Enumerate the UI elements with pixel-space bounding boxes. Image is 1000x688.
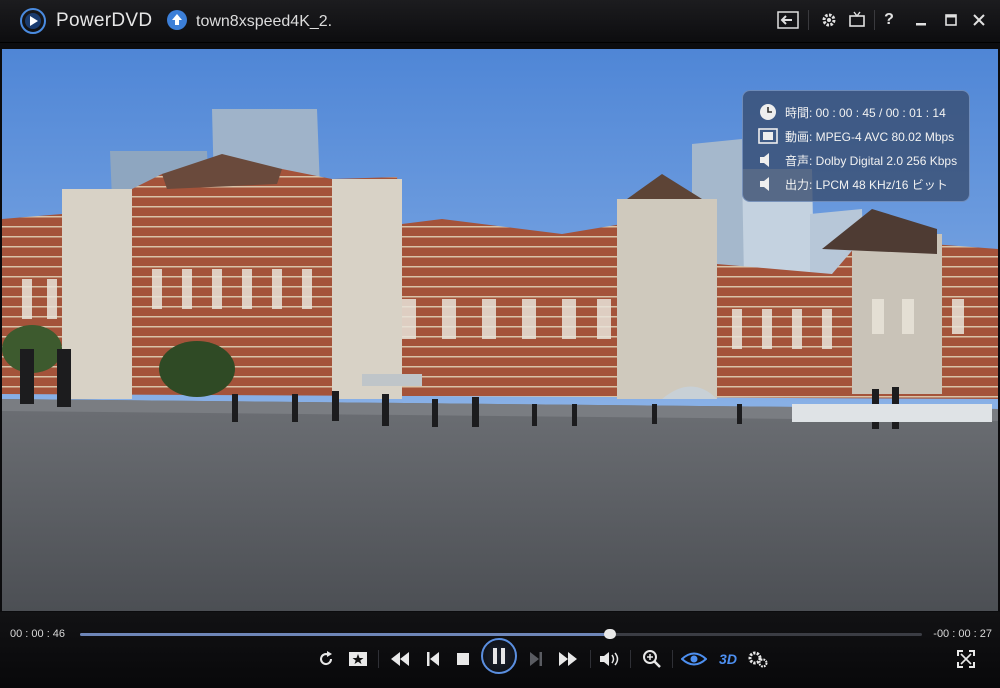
seek-bar-fill <box>80 633 611 636</box>
fullscreen-icon[interactable] <box>954 648 978 670</box>
close-icon[interactable] <box>970 9 988 31</box>
eye-icon[interactable] <box>680 648 708 670</box>
next-icon[interactable] <box>524 648 548 670</box>
app-name: PowerDVD <box>56 10 153 31</box>
control-separator <box>590 650 591 668</box>
title-separator <box>874 10 875 30</box>
film-icon <box>757 126 779 146</box>
info-video-row: 動画: MPEG-4 AVC 80.02 Mbps <box>757 124 969 148</box>
control-separator <box>378 650 379 668</box>
speaker-icon <box>757 150 779 170</box>
title-bar: PowerDVD town8xspeed4K_2. ? <box>0 0 1000 43</box>
pause-button[interactable] <box>481 638 517 674</box>
stop-icon[interactable] <box>451 648 475 670</box>
powerdvd-logo-icon <box>20 8 46 34</box>
rewind-icon[interactable] <box>388 648 412 670</box>
control-separator <box>630 650 631 668</box>
title-separator <box>808 10 809 30</box>
info-audio-row: 音声: Dolby Digital 2.0 256 Kbps <box>757 148 969 172</box>
back-arrow-icon[interactable] <box>776 9 800 31</box>
zoom-icon[interactable] <box>640 648 664 670</box>
info-video: 動画: MPEG-4 AVC 80.02 Mbps <box>785 129 955 144</box>
tv-icon[interactable] <box>846 9 868 31</box>
remaining-time: -00 : 00 : 27 <box>933 628 992 640</box>
info-audio: 音声: Dolby Digital 2.0 256 Kbps <box>785 153 958 168</box>
elapsed-time: 00 : 00 : 46 <box>10 628 66 640</box>
gear-icon[interactable] <box>818 9 840 31</box>
fast-forward-icon[interactable] <box>556 648 580 670</box>
info-time-row: 時間: 00 : 00 : 45 / 00 : 01 : 14 <box>757 100 969 124</box>
minimize-icon[interactable] <box>912 9 930 31</box>
volume-icon[interactable] <box>598 648 622 670</box>
info-output: 出力: LPCM 48 KHz/16 ビット <box>785 177 948 192</box>
speaker-output-icon <box>757 174 779 194</box>
seek-bar[interactable] <box>80 629 922 639</box>
info-output-row: 出力: LPCM 48 KHz/16 ビット <box>757 172 969 196</box>
powerdvd-window: PowerDVD town8xspeed4K_2. ? 時間: 00: 00 … <box>0 0 1000 688</box>
settings-icon[interactable] <box>746 648 770 670</box>
seek-knob[interactable] <box>604 629 617 639</box>
media-info-panel: 時間: 00 : 00 : 45 / 00 : 01 : 14 動画: MPEG… <box>742 90 970 202</box>
help-icon[interactable]: ? <box>880 9 898 31</box>
control-separator <box>672 650 673 668</box>
maximize-icon[interactable] <box>942 9 960 31</box>
repeat-icon[interactable] <box>314 648 338 670</box>
file-name: town8xspeed4K_2. <box>196 13 333 30</box>
3d-icon[interactable]: 3D <box>716 648 740 670</box>
info-time: 時間: 00 : 00 : 45 / 00 : 01 : 14 <box>785 105 946 120</box>
clock-icon <box>757 102 779 122</box>
upload-arrow-icon[interactable] <box>166 9 188 31</box>
control-bar: 00 : 00 : 46 -00 : 00 : 27 3D <box>0 612 1000 688</box>
previous-icon[interactable] <box>421 648 445 670</box>
bookmark-icon[interactable] <box>346 648 370 670</box>
pause-icon <box>493 648 505 664</box>
